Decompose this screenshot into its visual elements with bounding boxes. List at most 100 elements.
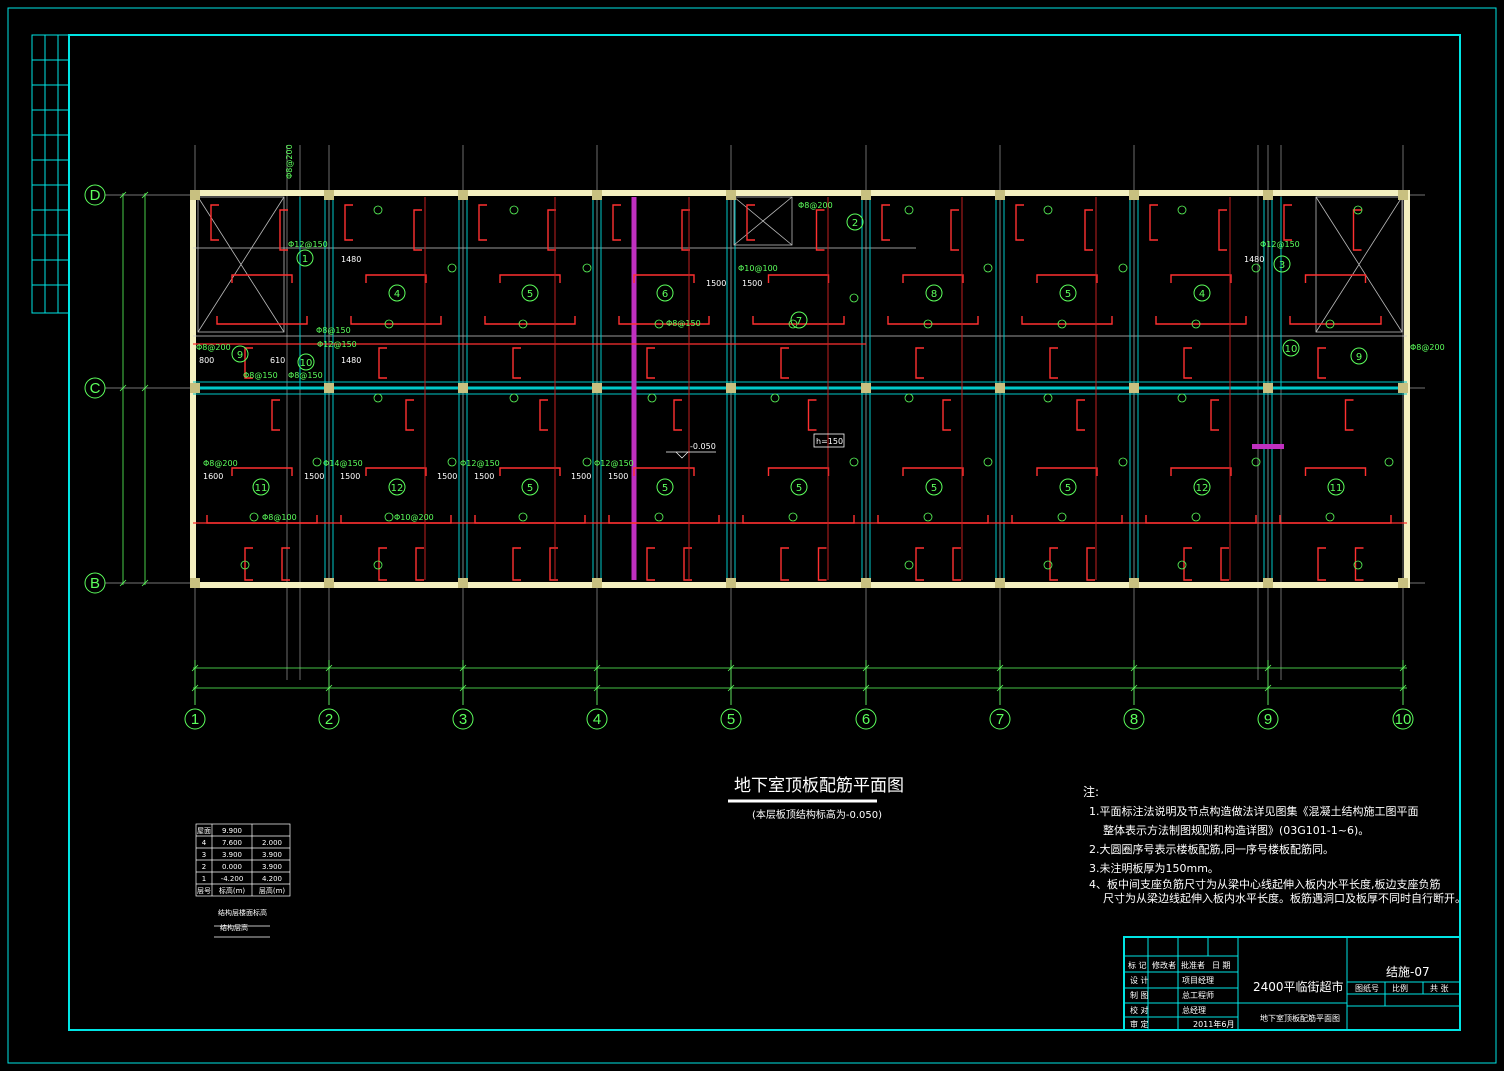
grid-bubble-label: B bbox=[90, 575, 100, 592]
grid-bubble-label: 4 bbox=[593, 711, 601, 728]
column bbox=[324, 383, 334, 393]
rebar bbox=[281, 547, 290, 581]
bar-marker bbox=[1325, 512, 1335, 522]
bar-marker bbox=[1251, 263, 1261, 273]
rebar bbox=[608, 515, 720, 524]
note-3: 3.未注明板厚为150mm。 bbox=[1089, 861, 1219, 875]
row-grid-bubbles: D C B bbox=[84, 184, 106, 594]
column bbox=[1129, 383, 1139, 393]
bar-marker bbox=[509, 393, 519, 403]
grid-bubble-label: 1 bbox=[191, 711, 199, 728]
rebar bbox=[1076, 399, 1085, 431]
rebar bbox=[1283, 204, 1292, 241]
tb-check: 校 对 bbox=[1130, 1005, 1149, 1015]
tb-drawing-no: 结施-07 bbox=[1386, 965, 1430, 979]
bar-marker bbox=[1057, 512, 1067, 522]
column bbox=[1263, 190, 1273, 200]
dim-label: 1500 bbox=[304, 472, 324, 481]
bar-marker bbox=[1118, 263, 1128, 273]
grid-bubble-label: 5 bbox=[727, 711, 735, 728]
notes-head: 注: bbox=[1083, 784, 1099, 799]
tb-reviser: 修改者 bbox=[1152, 960, 1176, 970]
column bbox=[592, 578, 602, 588]
tb-c3: 共 张 bbox=[1430, 984, 1449, 993]
level-table-cell: 2.000 bbox=[262, 839, 282, 847]
level-table-cell: 4 bbox=[202, 839, 207, 847]
column bbox=[592, 383, 602, 393]
rebar bbox=[881, 204, 890, 241]
rebar bbox=[484, 316, 576, 325]
rebar-label: Φ8@200 bbox=[1410, 343, 1445, 352]
bar-marker bbox=[509, 205, 519, 215]
rebar bbox=[915, 347, 924, 379]
rebar bbox=[1354, 547, 1364, 581]
drawing-canvas: 1 2 3 4 5 6 7 8 9 10 DCB 4 5 678 5 41391010911 12 5 5 5 5 5… bbox=[7, 7, 1497, 1064]
rebar bbox=[767, 274, 830, 283]
column bbox=[726, 383, 736, 393]
rebar bbox=[1304, 274, 1367, 283]
bar-marker bbox=[1043, 393, 1053, 403]
grid-bubble-label: 8 bbox=[1130, 711, 1138, 728]
level-table-cell: 9.900 bbox=[222, 827, 242, 835]
dim-label: 1500 bbox=[608, 472, 628, 481]
rebar bbox=[807, 399, 817, 431]
column bbox=[324, 578, 334, 588]
column bbox=[190, 383, 200, 393]
column bbox=[592, 190, 602, 200]
bar-marker bbox=[1251, 457, 1261, 467]
rebar bbox=[478, 204, 487, 241]
rebar bbox=[742, 515, 855, 524]
dim-label: 1500 bbox=[340, 472, 360, 481]
grid-bubble-label: 10 bbox=[1395, 711, 1412, 728]
dim-label: 1500 bbox=[437, 472, 457, 481]
note-1a: 1.平面标注法说明及节点构造做法详见图集《混凝土结构施工图平面 bbox=[1089, 804, 1419, 818]
bar-marker bbox=[770, 393, 780, 403]
rebar-label: Φ10@100 bbox=[738, 264, 778, 273]
column bbox=[324, 190, 334, 200]
shaft-box bbox=[733, 196, 793, 246]
rebar bbox=[1304, 467, 1367, 476]
note-4a: 4、板中间支座负筋尺寸为从梁中心线起伸入板内水平长度,板边支座负筋 bbox=[1089, 877, 1441, 891]
rebar-label: Φ8@200 bbox=[203, 459, 238, 468]
rebar bbox=[1279, 515, 1392, 524]
level-table-cell: 标高(m) bbox=[219, 886, 246, 895]
level-table-cell: -4.200 bbox=[221, 875, 244, 883]
dim-label: 1500 bbox=[474, 472, 494, 481]
rebar bbox=[612, 204, 621, 241]
rebar bbox=[1049, 547, 1058, 581]
bar-marker bbox=[1118, 457, 1128, 467]
rebar bbox=[499, 274, 561, 283]
notes: 注: 1.平面标注法说明及节点构造做法详见图集《混凝土结构施工图平面 整体表示方… bbox=[1083, 784, 1466, 905]
rebar bbox=[633, 467, 695, 476]
column bbox=[861, 190, 871, 200]
rebar-label: Φ12@150 bbox=[317, 340, 357, 349]
bar-marker bbox=[373, 393, 383, 403]
rebar bbox=[1011, 515, 1123, 524]
slab-marker-label: 5 bbox=[796, 483, 802, 494]
dim-label: 1500 bbox=[571, 472, 591, 481]
tb-project: 2400平临街超市 bbox=[1253, 979, 1344, 994]
tb-gm: 总经理 bbox=[1182, 1005, 1206, 1015]
bar-marker bbox=[654, 512, 664, 522]
rebar bbox=[877, 515, 989, 524]
thickness-tag: h=150 bbox=[816, 437, 843, 446]
rebar-label: Φ12@150 bbox=[1260, 240, 1300, 249]
rebar-label: Φ8@150 bbox=[316, 326, 351, 335]
dim-label: 1600 bbox=[203, 472, 223, 481]
dim-label: 1480 bbox=[341, 356, 361, 365]
slab-marker-label: 5 bbox=[1065, 483, 1071, 494]
level-table-cell: 屋面 bbox=[197, 827, 211, 835]
slab-marker-label: 10 bbox=[300, 358, 313, 369]
level-table-cell: 层号 bbox=[197, 887, 211, 895]
rebar bbox=[365, 467, 427, 476]
rebar bbox=[815, 209, 825, 251]
rebar bbox=[646, 347, 655, 379]
rebar bbox=[633, 274, 695, 283]
slab-marker-label: 2 bbox=[852, 218, 858, 229]
column bbox=[726, 190, 736, 200]
bar-marker bbox=[447, 457, 457, 467]
tb-date-head: 日 期 bbox=[1212, 961, 1231, 970]
tb-date: 2011年6月 bbox=[1193, 1019, 1234, 1029]
column bbox=[995, 190, 1005, 200]
rebar bbox=[1317, 347, 1326, 379]
